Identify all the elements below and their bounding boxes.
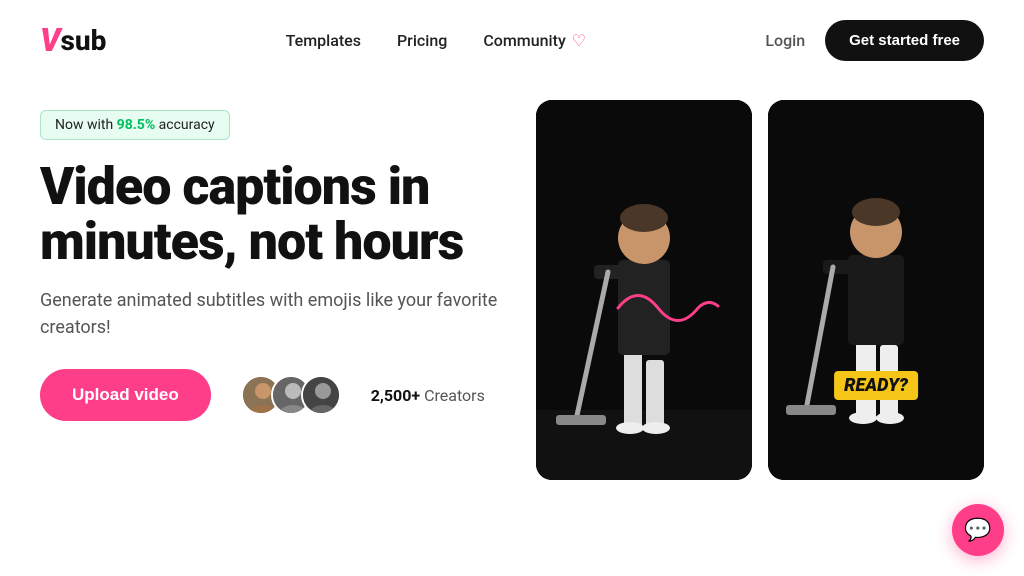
chat-bubble[interactable]: 💬 <box>952 504 1004 556</box>
logo-text: sub <box>61 24 107 57</box>
chat-icon: 💬 <box>964 518 991 543</box>
badge-prefix: Now with <box>55 117 117 133</box>
hero-subtitle: Generate animated subtitles with emojis … <box>40 287 530 341</box>
avatar-3 <box>301 375 341 415</box>
nav-templates[interactable]: Templates <box>286 31 361 50</box>
nav-community[interactable]: Community ♡ <box>483 31 586 50</box>
creators-count: 2,500+ Creators <box>371 386 485 405</box>
video-bg-left <box>536 100 752 480</box>
squiggle-svg <box>608 278 728 338</box>
creators-number: 2,500+ <box>371 386 420 405</box>
left-content: Now with 98.5% accuracy Video captions i… <box>40 100 530 480</box>
video-cards: READY? <box>536 100 984 480</box>
main-nav: Templates Pricing Community ♡ <box>286 31 587 50</box>
person-svg-right <box>768 100 984 480</box>
video-card-right: READY? <box>768 100 984 480</box>
badge-suffix: accuracy <box>155 117 215 133</box>
get-started-button[interactable]: Get started free <box>825 20 984 61</box>
header-actions: Login Get started free <box>765 20 984 61</box>
upload-video-button[interactable]: Upload video <box>40 369 211 421</box>
main-content: Now with 98.5% accuracy Video captions i… <box>0 80 1024 480</box>
login-link[interactable]: Login <box>765 31 805 50</box>
creators-label: Creators <box>420 386 485 405</box>
header: Vsub Templates Pricing Community ♡ Login… <box>0 0 1024 80</box>
heart-icon: ♡ <box>572 31 586 50</box>
ready-badge: READY? <box>834 371 918 400</box>
video-bg-right: READY? <box>768 100 984 480</box>
bottom-actions: Upload video <box>40 369 530 421</box>
nav-pricing[interactable]: Pricing <box>397 31 447 50</box>
accuracy-badge: Now with 98.5% accuracy <box>40 110 230 140</box>
logo[interactable]: Vsub <box>40 21 106 59</box>
accuracy-value: 98.5% <box>117 117 156 133</box>
hero-title: Video captions in minutes, not hours <box>40 160 530 269</box>
community-label: Community <box>483 31 565 50</box>
creator-avatars <box>241 375 341 415</box>
logo-v: V <box>40 21 61 59</box>
video-card-left <box>536 100 752 480</box>
